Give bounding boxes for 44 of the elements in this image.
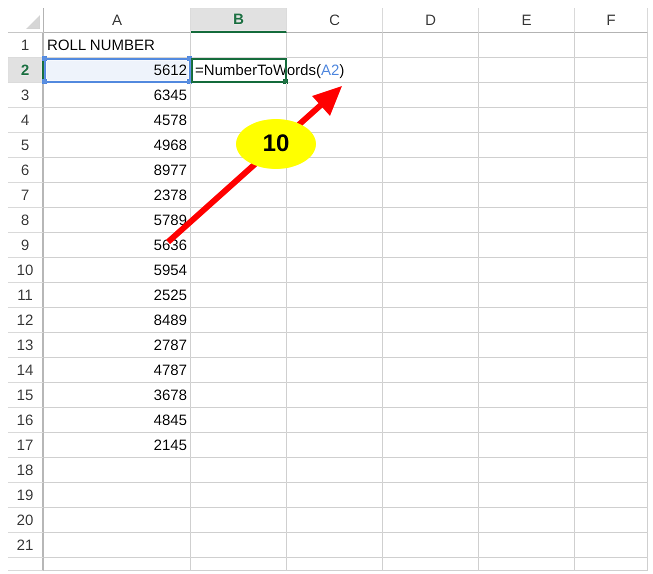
row-header[interactable]: 7 (8, 183, 44, 208)
table-cell: 2525 (44, 283, 191, 308)
row-header[interactable]: 20 (8, 508, 44, 533)
row-header[interactable]: 5 (8, 133, 44, 158)
table-cell: 6345 (44, 83, 191, 108)
table-cell: 2145 (44, 433, 191, 458)
row-header[interactable]: 10 (8, 258, 44, 283)
table-cell: 4787 (44, 358, 191, 383)
row-header[interactable]: 14 (8, 358, 44, 383)
table-cell: 8977 (44, 158, 191, 183)
table-cell: 2378 (44, 183, 191, 208)
table-cell: 3678 (44, 383, 191, 408)
row-header[interactable]: 15 (8, 383, 44, 408)
table-cell: 4578 (44, 108, 191, 133)
column-header[interactable]: C (287, 8, 383, 33)
column-header[interactable]: E (479, 8, 575, 33)
row-header[interactable]: 16 (8, 408, 44, 433)
table-cell: 4845 (44, 408, 191, 433)
callout-badge: 10 (236, 119, 316, 169)
row-header[interactable]: 2 (8, 58, 44, 83)
row-header[interactable]: 13 (8, 333, 44, 358)
row-header[interactable]: 8 (8, 208, 44, 233)
table-cell: 4968 (44, 133, 191, 158)
table-cell: 5789 (44, 208, 191, 233)
row-header[interactable]: 21 (8, 533, 44, 558)
row-header[interactable]: 11 (8, 283, 44, 308)
row-header[interactable]: 19 (8, 483, 44, 508)
column-header[interactable]: F (575, 8, 648, 33)
row-header[interactable] (8, 558, 44, 571)
row-header[interactable]: 6 (8, 158, 44, 183)
table-cell: 8489 (44, 308, 191, 333)
column-header[interactable]: D (383, 8, 479, 33)
select-all-icon (26, 15, 40, 29)
column-header[interactable]: B (191, 8, 287, 33)
row-header[interactable]: 9 (8, 233, 44, 258)
table-cell: 5954 (44, 258, 191, 283)
row-header[interactable]: 4 (8, 108, 44, 133)
row-header[interactable]: 12 (8, 308, 44, 333)
row-header[interactable]: 17 (8, 433, 44, 458)
row-header[interactable]: 3 (8, 83, 44, 108)
table-cell: 5612 (44, 58, 191, 83)
row-header[interactable]: 18 (8, 458, 44, 483)
select-all-button[interactable] (8, 8, 44, 33)
table-cell: 2787 (44, 333, 191, 358)
